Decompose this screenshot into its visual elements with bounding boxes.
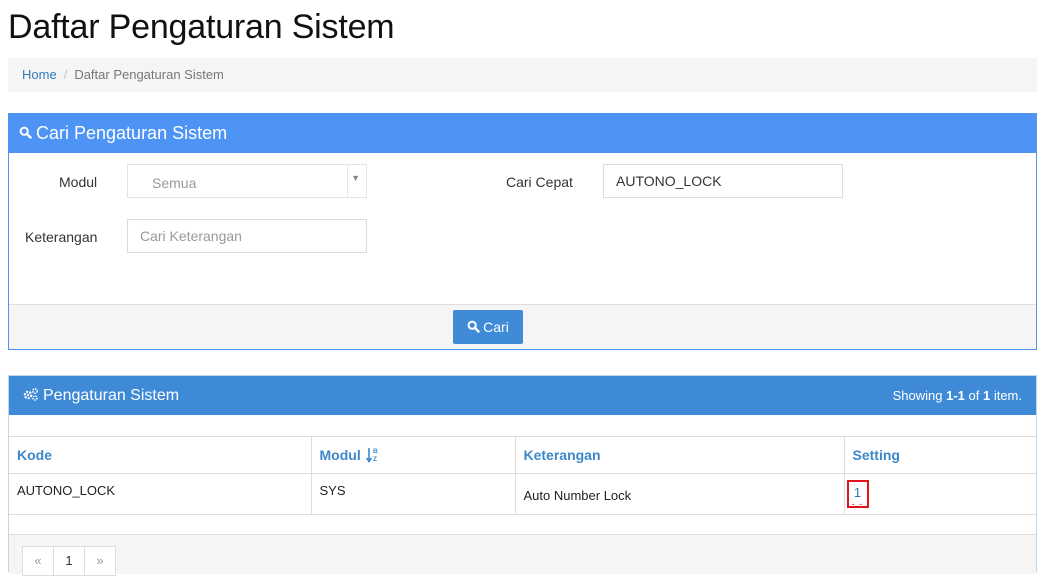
cari-button[interactable]: Cari bbox=[453, 310, 523, 344]
table-row[interactable]: AUTONO_LOCK SYS Auto Number Lock 1 - - bbox=[9, 473, 1036, 515]
column-header-label: Modul bbox=[319, 447, 361, 463]
breadcrumb-home-link[interactable]: Home bbox=[22, 67, 57, 82]
modul-label: Modul bbox=[59, 174, 98, 190]
cari-cepat-input[interactable]: AUTONO_LOCK bbox=[603, 164, 843, 198]
column-header-setting[interactable]: Setting bbox=[843, 436, 1036, 474]
page-title: Daftar Pengaturan Sistem bbox=[8, 8, 395, 46]
results-panel-header: Pengaturan Sistem Showing 1-1 of 1 item. bbox=[9, 376, 1036, 415]
setting-highlight-box[interactable]: 1 - - bbox=[846, 480, 869, 509]
search-icon bbox=[19, 126, 32, 139]
column-header-label: Keterangan bbox=[523, 447, 601, 463]
results-panel-title: Pengaturan Sistem bbox=[43, 387, 180, 404]
modul-select[interactable]: Semua ▼ bbox=[127, 164, 367, 198]
cell-modul: SYS bbox=[310, 473, 516, 515]
chevron-down-icon: ▼ bbox=[351, 173, 360, 183]
breadcrumb-current: Daftar Pengaturan Sistem bbox=[74, 67, 224, 82]
column-header-modul[interactable]: Modul B Z bbox=[310, 436, 516, 474]
sort-alpha-icon: B Z bbox=[365, 447, 378, 463]
results-panel-title-wrap: Pengaturan Sistem bbox=[23, 376, 179, 415]
search-panel-header: Cari Pengaturan Sistem bbox=[9, 114, 1036, 153]
pagination-bar: « 1 » bbox=[9, 534, 1036, 576]
column-header-label: Setting bbox=[852, 447, 900, 463]
breadcrumb: Home / Daftar Pengaturan Sistem bbox=[8, 58, 1037, 92]
modul-select-value: Semua bbox=[152, 175, 197, 191]
cari-cepat-label: Cari Cepat bbox=[506, 174, 573, 190]
cari-button-label: Cari bbox=[483, 319, 509, 335]
cell-kode: AUTONO_LOCK bbox=[9, 473, 312, 515]
setting-sub-value: - - bbox=[851, 499, 864, 509]
results-table: Kode Modul B Z Keterangan Setting AUTONO… bbox=[9, 436, 1036, 515]
results-panel: Pengaturan Sistem Showing 1-1 of 1 item.… bbox=[8, 375, 1037, 576]
search-panel-footer: Cari bbox=[9, 304, 1036, 349]
svg-text:Z: Z bbox=[373, 456, 377, 463]
cell-keterangan: Auto Number Lock bbox=[514, 473, 845, 515]
column-header-keterangan[interactable]: Keterangan bbox=[514, 436, 845, 474]
select-divider bbox=[347, 165, 348, 197]
column-header-label: Kode bbox=[17, 447, 52, 463]
svg-text:B: B bbox=[373, 448, 378, 455]
keterangan-label: Keterangan bbox=[25, 229, 98, 245]
summary-suffix: item. bbox=[990, 388, 1022, 403]
summary-range: 1-1 bbox=[946, 388, 965, 403]
table-header-row: Kode Modul B Z Keterangan Setting bbox=[9, 436, 1036, 474]
column-header-kode[interactable]: Kode bbox=[9, 436, 312, 474]
cell-setting: 1 - - bbox=[843, 473, 1036, 515]
summary-mid: of bbox=[964, 388, 983, 403]
keterangan-input[interactable]: Cari Keterangan bbox=[127, 219, 367, 253]
search-panel: Cari Pengaturan Sistem Modul Semua ▼ Car… bbox=[8, 113, 1037, 350]
breadcrumb-separator: / bbox=[63, 67, 68, 82]
search-icon bbox=[467, 320, 480, 333]
summary-prefix: Showing bbox=[892, 388, 947, 403]
search-panel-title: Cari Pengaturan Sistem bbox=[36, 123, 228, 143]
gears-icon bbox=[23, 388, 39, 402]
results-summary: Showing 1-1 of 1 item. bbox=[893, 376, 1022, 415]
